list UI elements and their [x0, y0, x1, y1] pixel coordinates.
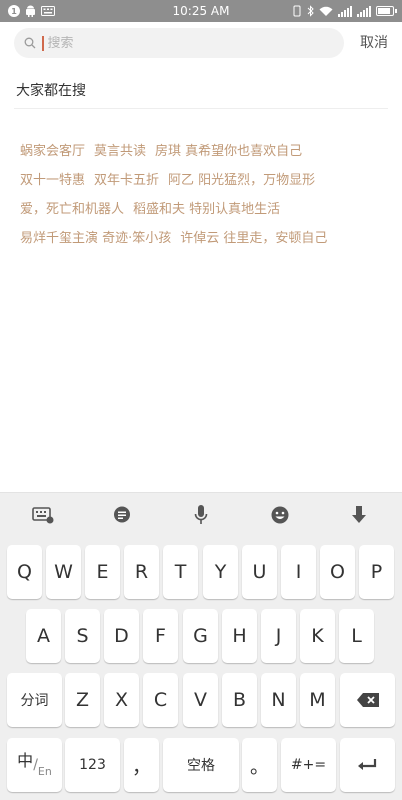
key-m[interactable]: M [300, 673, 335, 727]
key-e[interactable]: E [85, 545, 120, 599]
hide-keyboard-icon [351, 506, 366, 523]
keyboard-settings-button[interactable] [23, 498, 63, 532]
emoji-icon [271, 506, 289, 524]
chat-icon [114, 506, 131, 523]
key-j[interactable]: J [261, 609, 296, 663]
key-i[interactable]: I [281, 545, 316, 599]
hide-keyboard-button[interactable] [339, 498, 379, 532]
search-input[interactable] [47, 35, 328, 51]
trending-tag[interactable]: 双十一特惠 [20, 169, 85, 188]
keyboard-icon [32, 507, 54, 524]
numbers-key[interactable]: 123 [65, 738, 120, 792]
voice-input-button[interactable] [181, 498, 221, 532]
wifi-icon [319, 6, 333, 16]
key-d[interactable]: D [104, 609, 139, 663]
cancel-button[interactable]: 取消 [360, 28, 388, 58]
tag-row: 蜗家会客厅 莫言共读 房琪 真希望你也喜欢自己 [20, 135, 390, 164]
search-bar[interactable] [14, 28, 344, 58]
signal-icon-2 [357, 5, 371, 17]
key-q[interactable]: Q [7, 545, 42, 599]
tag-row: 爱，死亡和机器人 稻盛和夫 特别认真地生活 [20, 193, 390, 222]
trending-tag[interactable]: 稻盛和夫 特别认真地生活 [133, 198, 280, 217]
trending-tag[interactable]: 易烊千玺主演 奇迹·笨小孩 [20, 227, 171, 246]
comma-key[interactable]: ， [124, 738, 159, 792]
trending-tag[interactable]: 房琪 真希望你也喜欢自己 [155, 140, 302, 159]
trending-tag[interactable]: 爱，死亡和机器人 [20, 198, 124, 217]
signal-icon [338, 5, 352, 17]
battery-icon [376, 6, 397, 16]
key-z[interactable]: Z [65, 673, 100, 727]
lang-sub: En [37, 764, 52, 778]
key-s[interactable]: S [65, 609, 100, 663]
chat-button[interactable] [102, 498, 142, 532]
trending-tag[interactable]: 阿乙 阳光猛烈，万物显形 [168, 169, 315, 188]
key-k[interactable]: K [300, 609, 335, 663]
trending-tag[interactable]: 蜗家会客厅 [20, 140, 85, 159]
soft-keyboard: Q W E R T Y U I O P A S D F G H J K L 分词… [0, 492, 402, 800]
key-o[interactable]: O [320, 545, 355, 599]
trending-tag[interactable]: 许倬云 往里走，安顿自己 [180, 227, 327, 246]
key-r[interactable]: R [124, 545, 159, 599]
key-x[interactable]: X [104, 673, 139, 727]
backspace-key[interactable] [340, 673, 395, 727]
status-bar: 1 10:25 AM [0, 0, 402, 22]
key-g[interactable]: G [183, 609, 218, 663]
language-switch-key[interactable]: 中 / En [7, 738, 62, 792]
key-a[interactable]: A [26, 609, 61, 663]
key-c[interactable]: C [143, 673, 178, 727]
emoji-button[interactable] [260, 498, 300, 532]
tag-row: 双十一特惠 双年卡五折 阿乙 阳光猛烈，万物显形 [20, 164, 390, 193]
keyboard-toolbar [0, 493, 402, 537]
trending-tag[interactable]: 双年卡五折 [94, 169, 159, 188]
key-v[interactable]: V [183, 673, 218, 727]
battery-level [378, 8, 390, 14]
bluetooth-icon [307, 5, 314, 17]
mic-icon [194, 505, 208, 524]
enter-key[interactable] [340, 738, 395, 792]
key-y[interactable]: Y [203, 545, 238, 599]
period-key[interactable]: 。 [242, 738, 277, 792]
space-key[interactable]: 空格 [163, 738, 239, 792]
key-f[interactable]: F [143, 609, 178, 663]
backspace-icon [356, 693, 379, 707]
key-h[interactable]: H [222, 609, 257, 663]
key-l[interactable]: L [339, 609, 374, 663]
key-b[interactable]: B [222, 673, 257, 727]
key-n[interactable]: N [261, 673, 296, 727]
tag-row: 易烊千玺主演 奇迹·笨小孩 许倬云 往里走，安顿自己 [20, 222, 390, 251]
text-cursor [42, 35, 44, 51]
symbols-key[interactable]: #+= [281, 738, 336, 792]
search-icon [24, 37, 36, 49]
segment-key[interactable]: 分词 [7, 673, 62, 727]
trending-tags: 蜗家会客厅 莫言共读 房琪 真希望你也喜欢自己 双十一特惠 双年卡五折 阿乙 阳… [20, 135, 390, 251]
vibrate-icon [293, 5, 301, 17]
lang-main: 中 [17, 751, 34, 770]
enter-icon [357, 759, 376, 770]
key-p[interactable]: P [359, 545, 394, 599]
trending-tag[interactable]: 莫言共读 [94, 140, 146, 159]
key-u[interactable]: U [242, 545, 277, 599]
key-w[interactable]: W [46, 545, 81, 599]
divider [14, 108, 388, 109]
key-t[interactable]: T [163, 545, 198, 599]
trending-title: 大家都在搜 [16, 83, 86, 99]
